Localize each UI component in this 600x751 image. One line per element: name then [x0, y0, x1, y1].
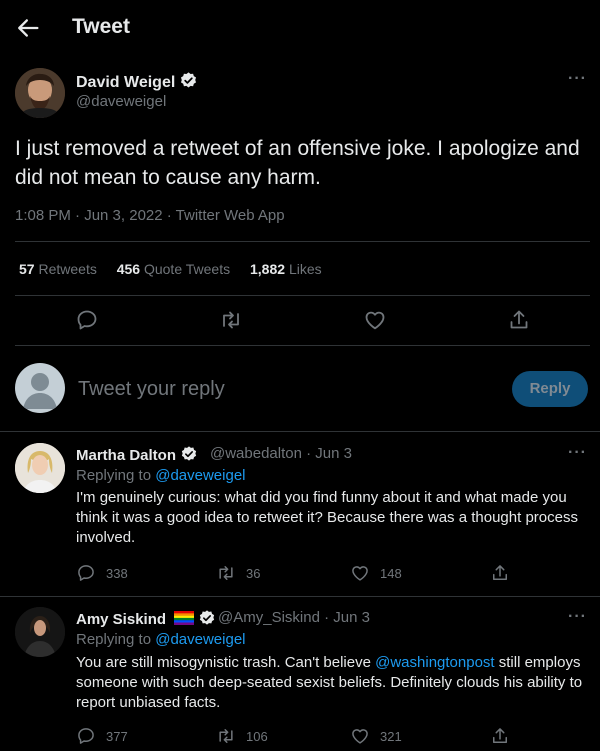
reply-author-name[interactable]: Martha Dalton: [76, 445, 198, 464]
top-bar: Tweet: [0, 0, 600, 56]
page-title: Tweet: [72, 15, 130, 38]
back-arrow-icon[interactable]: [14, 14, 42, 42]
divider: [0, 596, 600, 597]
verified-badge-icon: [180, 445, 198, 463]
retweets-stat[interactable]: 57 Retweets: [19, 261, 97, 277]
reply-button[interactable]: Reply: [512, 371, 588, 407]
retweet-icon[interactable]: [219, 308, 243, 332]
rainbow-flag-icon: [174, 611, 195, 625]
tweet-text: I just removed a retweet of an offensive…: [15, 137, 580, 189]
retweet-action[interactable]: 106: [216, 726, 268, 746]
verified-badge-icon: [179, 71, 198, 90]
reply-handle-date[interactable]: @wabedalton · Jun 3: [210, 445, 352, 462]
reply-icon[interactable]: [75, 308, 99, 332]
divider: [15, 241, 590, 242]
mention-link[interactable]: @washingtonpost: [375, 654, 494, 671]
like-icon: [350, 563, 370, 583]
quote-tweets-stat[interactable]: 456 Quote Tweets: [117, 261, 230, 277]
retweet-action[interactable]: 36: [216, 563, 260, 583]
reply-action[interactable]: 377: [76, 726, 128, 746]
author-name[interactable]: David Weigel: [76, 71, 198, 92]
retweet-icon: [216, 563, 236, 583]
like-action[interactable]: 148: [350, 563, 402, 583]
reply-handle-date[interactable]: @Amy_Siskind · Jun 3: [218, 609, 370, 626]
replying-to-link[interactable]: @daveweigel: [155, 467, 245, 484]
like-action[interactable]: 321: [350, 726, 402, 746]
tweet-stats: 57 Retweets 456 Quote Tweets 1,882 Likes: [19, 261, 338, 277]
tweet-timestamp[interactable]: 1:08 PM · Jun 3, 2022 · Twitter Web App: [15, 207, 285, 224]
reply-author-name[interactable]: Amy Siskind: [76, 609, 216, 628]
reply-text: I'm genuinely curious: what did you find…: [76, 489, 578, 546]
avatar[interactable]: [15, 68, 65, 118]
reply-action[interactable]: 338: [76, 563, 128, 583]
reply-avatar[interactable]: [15, 607, 65, 657]
reply-avatar[interactable]: [15, 443, 65, 493]
likes-stat[interactable]: 1,882 Likes: [250, 261, 322, 277]
like-icon: [350, 726, 370, 746]
verified-badge-icon: [198, 609, 216, 627]
like-icon[interactable]: [363, 308, 387, 332]
author-handle[interactable]: @daveweigel: [76, 93, 166, 110]
replying-to: Replying to @daveweigel: [76, 467, 246, 484]
more-icon[interactable]: ···: [568, 444, 587, 462]
share-icon: [490, 726, 510, 746]
divider: [15, 295, 590, 296]
composer-avatar: [15, 363, 65, 413]
divider: [15, 345, 590, 346]
replying-to: Replying to @daveweigel: [76, 631, 246, 648]
reply-input[interactable]: Tweet your reply: [78, 378, 225, 401]
share-action[interactable]: [490, 726, 520, 746]
retweet-icon: [216, 726, 236, 746]
more-icon[interactable]: ···: [568, 70, 587, 88]
replying-to-link[interactable]: @daveweigel: [155, 631, 245, 648]
reply-text: You are still misogynistic trash. Can't …: [76, 654, 583, 711]
author-name-text: David Weigel: [76, 74, 176, 91]
divider: [0, 431, 600, 432]
share-action[interactable]: [490, 563, 520, 583]
share-icon: [490, 563, 510, 583]
reply-icon: [76, 563, 96, 583]
reply-icon: [76, 726, 96, 746]
more-icon[interactable]: ···: [568, 608, 587, 626]
share-icon[interactable]: [507, 308, 531, 332]
